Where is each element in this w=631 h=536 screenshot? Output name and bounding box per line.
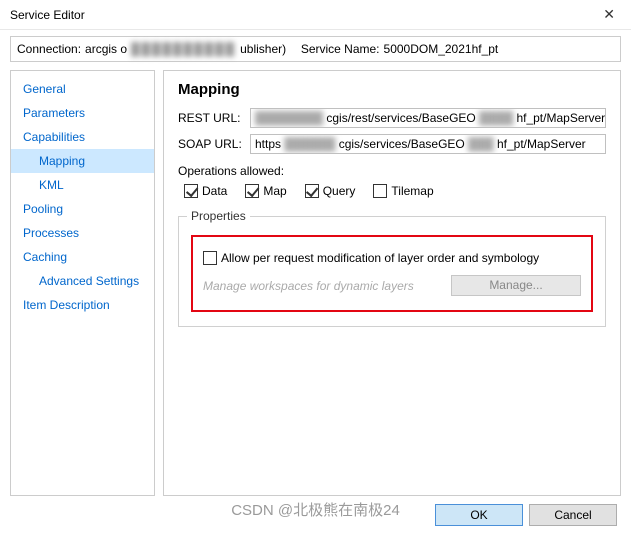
- checkbox-map[interactable]: Map: [245, 184, 286, 198]
- soap-url-end: hf_pt/MapServer: [497, 137, 586, 151]
- soap-url-start: https: [255, 137, 281, 151]
- rest-url-mid: cgis/rest/services/BaseGEO: [326, 111, 475, 125]
- checkbox-label: Map: [263, 184, 286, 198]
- panel-heading: Mapping: [178, 81, 606, 98]
- soap-url-mid: cgis/services/BaseGEO: [339, 137, 465, 151]
- sidebar-item-capabilities[interactable]: Capabilities: [11, 125, 154, 149]
- sidebar-item-mapping[interactable]: Mapping: [11, 149, 154, 173]
- sidebar-item-pooling[interactable]: Pooling: [11, 197, 154, 221]
- checkbox-query[interactable]: Query: [305, 184, 356, 198]
- main-panel: Mapping REST URL: ████████ cgis/rest/ser…: [163, 70, 621, 496]
- checkbox-label: Allow per request modification of layer …: [221, 251, 539, 265]
- connection-label: Connection:: [17, 42, 81, 56]
- checkbox-icon: [184, 184, 198, 198]
- footer: OK Cancel: [0, 494, 631, 536]
- connection-value-prefix: arcgis o: [85, 42, 127, 56]
- window-title: Service Editor: [10, 8, 85, 22]
- service-name-label: Service Name:: [301, 42, 380, 56]
- rest-url-end: hf_pt/MapServer: [516, 111, 605, 125]
- checkbox-label: Query: [323, 184, 356, 198]
- sidebar-item-caching[interactable]: Caching: [11, 245, 154, 269]
- redacted-segment: ██████████: [131, 42, 236, 56]
- manage-workspaces-label: Manage workspaces for dynamic layers: [203, 279, 414, 293]
- checkbox-label: Tilemap: [391, 184, 433, 198]
- checkbox-allow-modification[interactable]: Allow per request modification of layer …: [203, 251, 539, 265]
- redacted-segment: ███: [468, 137, 494, 151]
- checkbox-icon: [373, 184, 387, 198]
- soap-url-field[interactable]: https ██████ cgis/services/BaseGEO ███ h…: [250, 134, 606, 154]
- cancel-button[interactable]: Cancel: [529, 504, 617, 526]
- properties-legend: Properties: [187, 209, 250, 223]
- close-icon[interactable]: ✕: [597, 6, 621, 23]
- sidebar-item-processes[interactable]: Processes: [11, 221, 154, 245]
- rest-url-label: REST URL:: [178, 111, 244, 125]
- checkbox-data[interactable]: Data: [184, 184, 227, 198]
- checkbox-icon: [203, 251, 217, 265]
- soap-url-label: SOAP URL:: [178, 137, 244, 151]
- manage-button: Manage...: [451, 275, 581, 296]
- ok-button[interactable]: OK: [435, 504, 523, 526]
- sidebar-item-kml[interactable]: KML: [11, 173, 154, 197]
- sidebar-item-parameters[interactable]: Parameters: [11, 101, 154, 125]
- connection-value-suffix: ublisher): [240, 42, 286, 56]
- connection-bar: Connection: arcgis o ██████████ ublisher…: [10, 36, 621, 62]
- sidebar-item-general[interactable]: General: [11, 77, 154, 101]
- checkbox-label: Data: [202, 184, 227, 198]
- redacted-segment: ████: [479, 111, 513, 125]
- redacted-segment: ████████: [255, 111, 323, 125]
- checkbox-icon: [245, 184, 259, 198]
- sidebar-item-advanced-settings[interactable]: Advanced Settings: [11, 269, 154, 293]
- sidebar: General Parameters Capabilities Mapping …: [10, 70, 155, 496]
- redacted-segment: ██████: [284, 137, 335, 151]
- properties-fieldset: Properties Allow per request modificatio…: [178, 216, 606, 327]
- operations-allowed-label: Operations allowed:: [178, 164, 606, 178]
- sidebar-item-item-description[interactable]: Item Description: [11, 293, 154, 317]
- checkbox-tilemap[interactable]: Tilemap: [373, 184, 433, 198]
- checkbox-icon: [305, 184, 319, 198]
- service-name-value: 5000DOM_2021hf_pt: [384, 42, 499, 56]
- highlight-box: Allow per request modification of layer …: [191, 235, 593, 312]
- titlebar: Service Editor ✕: [0, 0, 631, 30]
- rest-url-field[interactable]: ████████ cgis/rest/services/BaseGEO ████…: [250, 108, 606, 128]
